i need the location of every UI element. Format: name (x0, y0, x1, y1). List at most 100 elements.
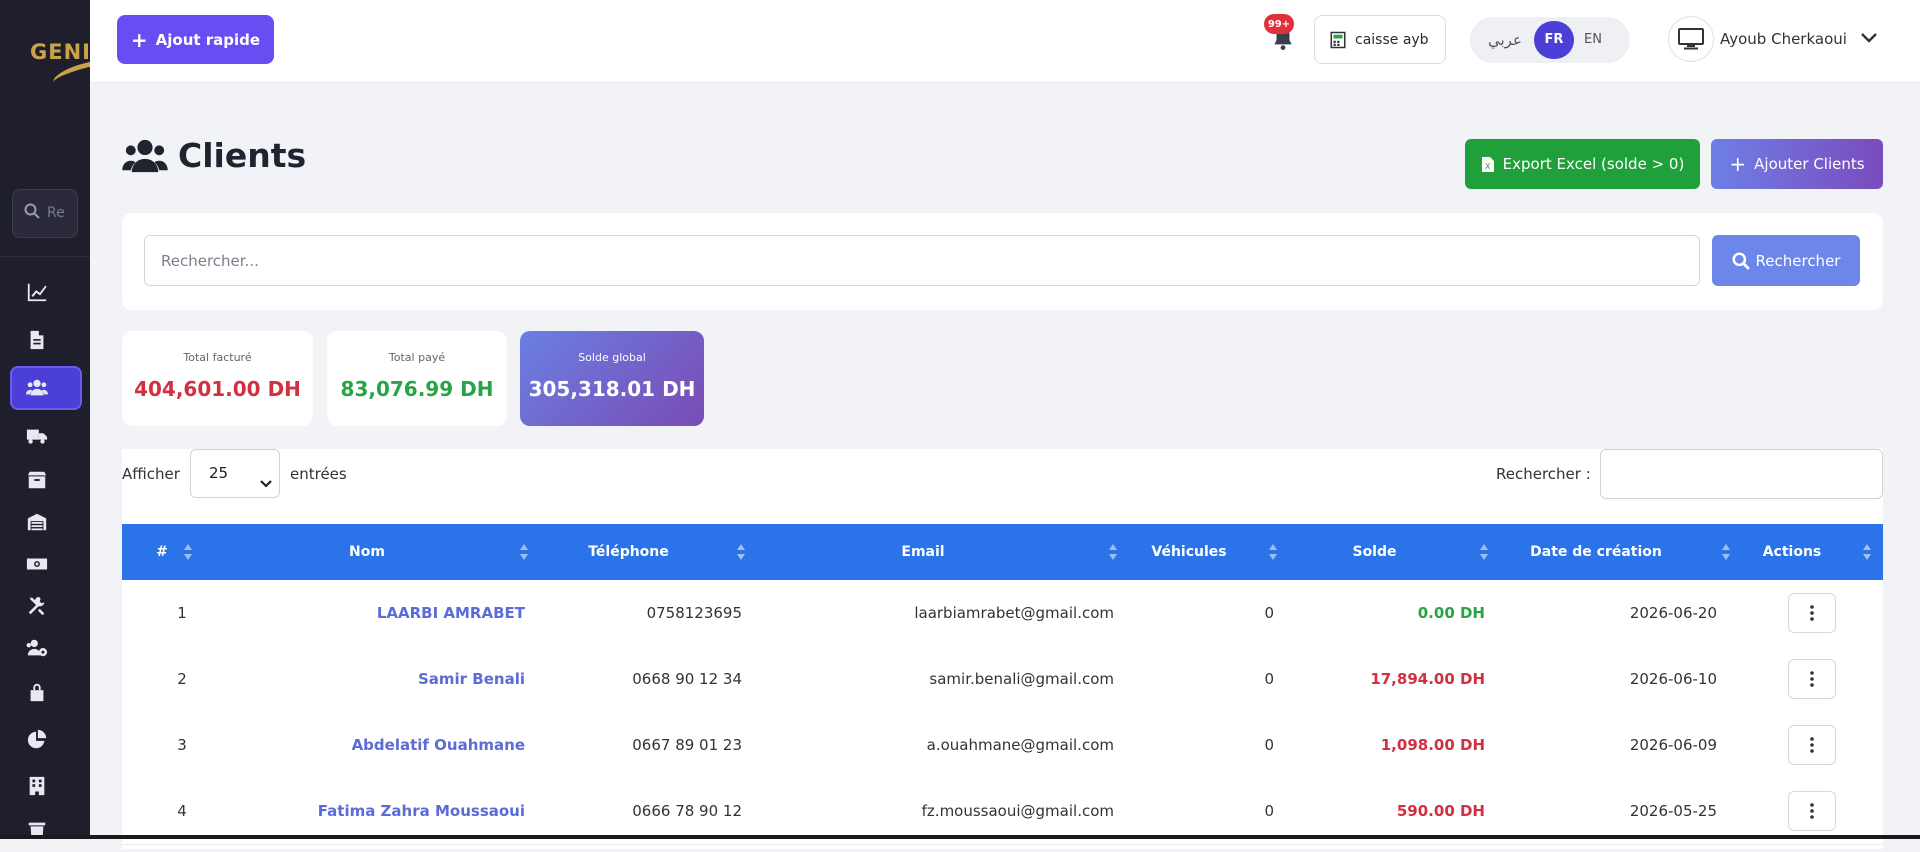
stat-value: 404,601.00 DH (134, 377, 301, 401)
lang-en-button[interactable]: EN (1584, 17, 1602, 63)
lang-fr-button[interactable]: FR (1534, 21, 1574, 59)
box-icon (27, 471, 47, 489)
caisse-selector[interactable]: caisse ayb (1314, 15, 1446, 64)
search-button[interactable]: Rechercher (1712, 235, 1860, 286)
export-excel-button[interactable]: X Export Excel (solde > 0) (1465, 139, 1700, 189)
column-header-nom[interactable]: Nom (242, 524, 492, 580)
row-actions-button[interactable] (1788, 659, 1836, 699)
lang-ar-button[interactable]: عربي (1488, 17, 1522, 63)
sidebar-item-products[interactable] (10, 458, 82, 502)
caisse-label: caisse ayb (1355, 31, 1429, 48)
column-header-actions[interactable]: Actions (1732, 524, 1852, 580)
chart-line-icon (27, 283, 47, 302)
add-client-button[interactable]: + Ajouter Clients (1711, 139, 1883, 189)
cell-num: 2 (177, 670, 187, 688)
client-name-link[interactable]: Samir Benali (242, 646, 525, 712)
page-title: Clients (122, 136, 306, 175)
sidebar-item-documents[interactable] (10, 318, 82, 362)
entries-label: entrées (290, 465, 347, 483)
warehouse-icon (27, 513, 47, 531)
sidebar-item-cash[interactable] (10, 542, 82, 586)
table-header: # Nom Téléphone Email Véhicules Solde Da… (122, 524, 1883, 580)
quick-add-button[interactable]: + Ajout rapide (117, 15, 274, 64)
cell-email: a.ouahmane@gmail.com (926, 736, 1114, 754)
row-actions-button[interactable] (1788, 791, 1836, 831)
sidebar-item-reports[interactable] (10, 718, 82, 762)
sidebar-item-security[interactable] (10, 670, 82, 714)
row-actions-button[interactable] (1788, 725, 1836, 765)
show-label: Afficher (122, 465, 180, 483)
search-input[interactable] (144, 235, 1700, 286)
column-header-label: Téléphone (588, 544, 669, 560)
sort-icon[interactable] (184, 544, 192, 560)
avatar[interactable] (1668, 16, 1714, 62)
cell-telephone: 0758123695 (646, 604, 742, 622)
table-filter-input[interactable] (1600, 449, 1883, 499)
add-client-label: Ajouter Clients (1754, 155, 1865, 173)
cell-vehicules: 0 (1264, 736, 1274, 754)
column-header-label: Date de création (1530, 544, 1662, 560)
stat-value: 83,076.99 DH (340, 377, 494, 401)
quick-add-label: Ajout rapide (155, 30, 261, 49)
money-icon (26, 558, 48, 570)
cell-telephone: 0668 90 12 34 (632, 670, 742, 688)
search-button-label: Rechercher (1755, 251, 1841, 270)
sidebar-item-deliveries[interactable] (10, 414, 82, 458)
register-icon (1330, 31, 1346, 48)
sidebar-item-tools[interactable] (10, 584, 82, 628)
more-vertical-icon (1810, 671, 1814, 687)
bottom-scrollbar[interactable] (0, 835, 1920, 839)
chevron-down-icon[interactable] (1860, 30, 1878, 49)
column-header-date[interactable]: Date de création (1485, 524, 1707, 580)
app-logo[interactable]: GENIS (0, 0, 90, 164)
search-card: Rechercher (122, 213, 1883, 310)
cell-solde: 17,894.00 DH (1370, 670, 1485, 688)
sidebar-item-clients[interactable] (10, 366, 82, 410)
column-header-vehicules[interactable]: Véhicules (1114, 524, 1264, 580)
cell-date: 2026-06-10 (1629, 670, 1717, 688)
sidebar-search-input[interactable]: Re (12, 189, 78, 238)
table-row: 3 Abdelatif Ouahmane 0667 89 01 23 a.oua… (122, 712, 1883, 779)
cell-num: 1 (177, 604, 187, 622)
sidebar-item-warehouse[interactable] (10, 500, 82, 544)
users-gear-icon (26, 639, 48, 657)
client-name-link[interactable]: LAARBI AMRABET (242, 580, 525, 646)
sidebar-item-trash[interactable] (10, 808, 82, 852)
plus-icon: + (1729, 152, 1747, 176)
stat-total-paye: Total payé 83,076.99 DH (327, 331, 507, 426)
column-header-label: Email (901, 544, 945, 560)
cell-num: 3 (177, 736, 187, 754)
stat-label: Solde global (578, 351, 646, 364)
svg-text:X: X (1485, 162, 1491, 171)
cell-date: 2026-06-20 (1629, 604, 1717, 622)
stat-total-facture: Total facturé 404,601.00 DH (122, 331, 313, 426)
more-vertical-icon (1810, 605, 1814, 621)
top-header: + Ajout rapide 99+ caisse ayb عربي FR EN… (90, 0, 1920, 83)
search-icon (1731, 251, 1750, 270)
language-switcher: عربي FR EN (1470, 17, 1630, 63)
column-header-email[interactable]: Email (742, 524, 1104, 580)
column-header-telephone[interactable]: Téléphone (525, 524, 732, 580)
column-header-label: Solde (1352, 544, 1397, 560)
plus-icon: + (130, 27, 148, 52)
page-size-select[interactable]: 25 (190, 449, 280, 498)
more-vertical-icon (1810, 803, 1814, 819)
cell-date: 2026-06-09 (1629, 736, 1717, 754)
sidebar-item-staff[interactable] (10, 626, 82, 670)
notifications-badge: 99+ (1264, 14, 1294, 34)
user-name[interactable]: Ayoub Cherkaoui (1720, 30, 1847, 48)
row-actions-button[interactable] (1788, 593, 1836, 633)
computer-icon (1678, 28, 1704, 50)
column-header-label: Véhicules (1151, 544, 1227, 560)
column-header-solde[interactable]: Solde (1274, 524, 1475, 580)
client-name-link[interactable]: Abdelatif Ouahmane (242, 712, 525, 778)
sort-icon[interactable] (1722, 544, 1730, 560)
sidebar-item-company[interactable] (10, 764, 82, 808)
sidebar-item-dashboard[interactable] (10, 270, 82, 314)
stat-label: Total facturé (183, 351, 252, 364)
clients-table-card: Afficher 25 entrées Rechercher : # Nom T… (122, 449, 1883, 849)
column-header-label: Actions (1762, 544, 1822, 560)
cell-solde: 0.00 DH (1417, 604, 1485, 622)
sort-icon[interactable] (1863, 544, 1871, 560)
stat-solde-global: Solde global 305,318.01 DH (520, 331, 704, 426)
